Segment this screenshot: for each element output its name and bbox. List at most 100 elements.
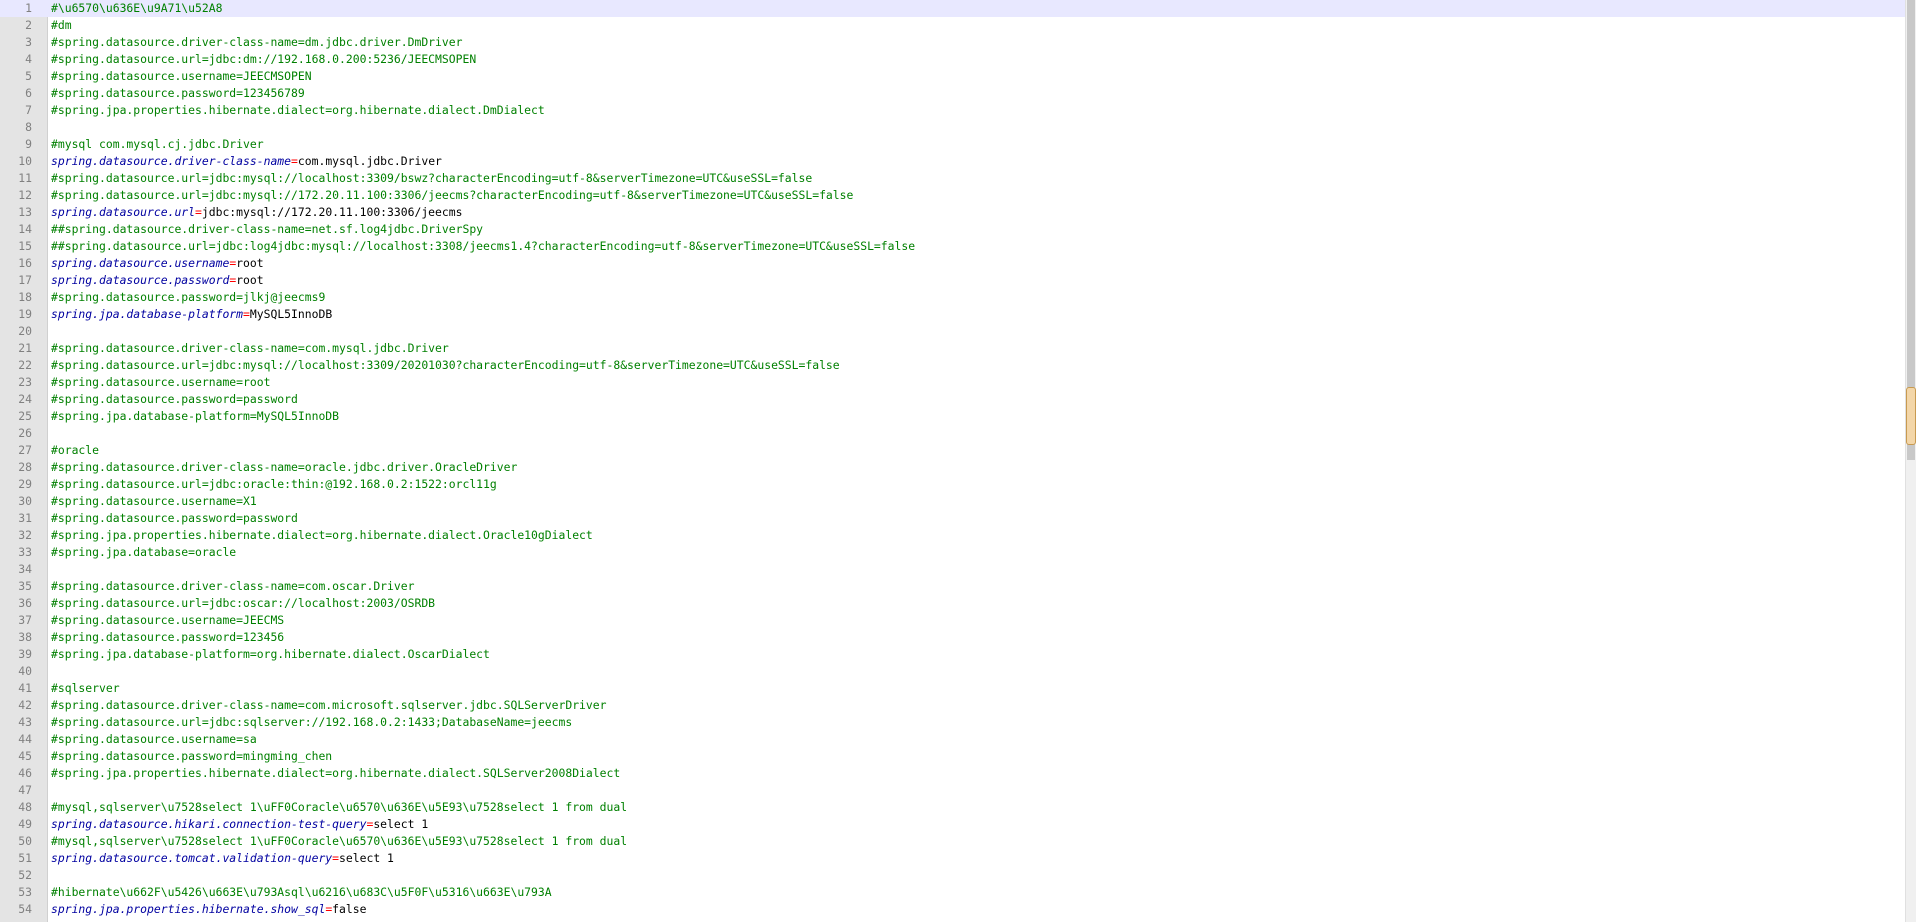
line-content: #spring.datasource.username=JEECMSOPEN [51, 68, 312, 85]
code-line[interactable]: 20 [0, 323, 1906, 340]
line-number: 44 [18, 732, 32, 746]
line-number: 40 [18, 664, 32, 678]
code-line[interactable]: 28 #spring.datasource.driver-class-name=o… [0, 459, 1906, 476]
code-line[interactable]: 13 spring.datasource.url=jdbc:mysql://172… [0, 204, 1906, 221]
comment-text: #spring.jpa.database=oracle [51, 545, 237, 559]
property-key: spring.jpa.database-platform [51, 307, 244, 321]
code-line[interactable]: 51 spring.datasource.tomcat.validation-qu… [0, 850, 1906, 867]
comment-text: #spring.datasource.url=jdbc:oscar://loca… [51, 596, 436, 610]
code-line[interactable]: 5 #spring.datasource.username=JEECMSOPEN [0, 68, 1906, 85]
comment-text: #spring.datasource.driver-class-name=com… [51, 579, 415, 593]
line-number: 17 [18, 273, 32, 287]
property-key: spring.datasource.username [51, 256, 230, 270]
code-line[interactable]: 15 ##spring.datasource.url=jdbc:log4jdbc:… [0, 238, 1906, 255]
scrollbar-grip-handle[interactable] [1906, 387, 1916, 445]
code-line[interactable]: 19 spring.jpa.database-platform=MySQL5Inn… [0, 306, 1906, 323]
code-line[interactable]: 24 #spring.datasource.password=password [0, 391, 1906, 408]
code-line[interactable]: 32 #spring.jpa.properties.hibernate.diale… [0, 527, 1906, 544]
code-area[interactable]: 1 #\u6570\u636E\u9A71\u52A8 2 #dm 3 #spring.d… [0, 0, 1906, 922]
line-number: 47 [18, 783, 32, 797]
code-line[interactable]: 53 #hibernate\u662F\u5426\u663E\u793Asql\… [0, 884, 1906, 901]
line-number: 26 [18, 426, 32, 440]
code-line[interactable]: 10 spring.datasource.driver-class-name=co… [0, 153, 1906, 170]
code-line[interactable]: 34 [0, 561, 1906, 578]
line-content: #spring.datasource.password=123456 [51, 629, 284, 646]
code-line[interactable]: 7 #spring.jpa.properties.hibernate.dialec… [0, 102, 1906, 119]
line-content: #spring.datasource.driver-class-name=com… [51, 578, 414, 595]
code-line[interactable]: 25 #spring.jpa.database-platform=MySQL5In… [0, 408, 1906, 425]
code-line[interactable]: 22 #spring.datasource.url=jdbc:mysql://lo… [0, 357, 1906, 374]
property-value: root [236, 256, 264, 270]
line-content: #spring.datasource.url=jdbc:mysql://loca… [51, 357, 840, 374]
code-line[interactable]: 50 #mysql,sqlserver\u7528select 1\uFF0Cor… [0, 833, 1906, 850]
code-line[interactable]: 9 #mysql com.mysql.cj.jdbc.Driver [0, 136, 1906, 153]
property-equals: = [332, 851, 340, 865]
line-number: 37 [18, 613, 32, 627]
code-line[interactable]: 35 #spring.datasource.driver-class-name=c… [0, 578, 1906, 595]
comment-text: #spring.datasource.url=jdbc:sqlserver://… [51, 715, 573, 729]
line-number: 12 [18, 188, 32, 202]
line-content: #mysql,sqlserver\u7528select 1\uFF0Corac… [51, 799, 627, 816]
code-line[interactable]: 11 #spring.datasource.url=jdbc:mysql://lo… [0, 170, 1906, 187]
code-line[interactable]: 29 #spring.datasource.url=jdbc:oracle:thi… [0, 476, 1906, 493]
line-number: 33 [18, 545, 32, 559]
property-key: spring.datasource.password [51, 273, 230, 287]
line-content: #spring.jpa.database=oracle [51, 544, 236, 561]
code-line[interactable]: 17 spring.datasource.password=root [0, 272, 1906, 289]
code-line[interactable]: 42 #spring.datasource.driver-class-name=c… [0, 697, 1906, 714]
line-number: 51 [18, 851, 32, 865]
comment-text: #hibernate\u662F\u5426\u663E\u793Asql\u6… [51, 885, 552, 899]
line-content: #spring.jpa.database-platform=MySQL5Inno… [51, 408, 339, 425]
code-line[interactable]: 48 #mysql,sqlserver\u7528select 1\uFF0Cor… [0, 799, 1906, 816]
code-line[interactable]: 46 #spring.jpa.properties.hibernate.diale… [0, 765, 1906, 782]
code-line[interactable]: 12 #spring.datasource.url=jdbc:mysql://17… [0, 187, 1906, 204]
code-line[interactable]: 47 [0, 782, 1906, 799]
code-line[interactable]: 16 spring.datasource.username=root [0, 255, 1906, 272]
property-key: spring.jpa.properties.hibernate.show_sql [51, 902, 326, 916]
code-line[interactable]: 8 [0, 119, 1906, 136]
line-number: 48 [18, 800, 32, 814]
comment-text: #spring.datasource.url=jdbc:mysql://loca… [51, 171, 813, 185]
code-line[interactable]: 40 [0, 663, 1906, 680]
line-number: 46 [18, 766, 32, 780]
code-line[interactable]: 38 #spring.datasource.password=123456 [0, 629, 1906, 646]
code-line[interactable]: 31 #spring.datasource.password=password [0, 510, 1906, 527]
code-line[interactable]: 45 #spring.datasource.password=mingming_c… [0, 748, 1906, 765]
code-line[interactable]: 27 #oracle [0, 442, 1906, 459]
code-line[interactable]: 37 #spring.datasource.username=JEECMS [0, 612, 1906, 629]
code-line[interactable]: 36 #spring.datasource.url=jdbc:oscar://lo… [0, 595, 1906, 612]
code-line[interactable]: 41 #sqlserver [0, 680, 1906, 697]
code-line[interactable]: 23 #spring.datasource.username=root [0, 374, 1906, 391]
code-line[interactable]: 6 #spring.datasource.password=123456789 [0, 85, 1906, 102]
code-line[interactable]: 49 spring.datasource.hikari.connection-te… [0, 816, 1906, 833]
code-line[interactable]: 2 #dm [0, 17, 1906, 34]
text-editor[interactable]: 1 #\u6570\u636E\u9A71\u52A8 2 #dm 3 #spring.d… [0, 0, 1916, 922]
property-value: com.mysql.jdbc.Driver [297, 154, 442, 168]
comment-text: #spring.datasource.username=JEECMSOPEN [51, 69, 312, 83]
code-line[interactable]: 33 #spring.jpa.database=oracle [0, 544, 1906, 561]
vertical-scrollbar[interactable] [1905, 0, 1916, 922]
comment-text: #spring.datasource.password=password [51, 511, 298, 525]
code-line[interactable]: 54 spring.jpa.properties.hibernate.show_s… [0, 901, 1906, 918]
line-number: 23 [18, 375, 32, 389]
code-line[interactable]: 18 #spring.datasource.password=jlkj@jeecm… [0, 289, 1906, 306]
comment-text: #spring.datasource.url=jdbc:mysql://172.… [51, 188, 854, 202]
code-line[interactable]: 3 #spring.datasource.driver-class-name=dm… [0, 34, 1906, 51]
line-content: #spring.datasource.url=jdbc:dm://192.168… [51, 51, 476, 68]
comment-text: #spring.datasource.driver-class-name=ora… [51, 460, 518, 474]
code-line[interactable]: 43 #spring.datasource.url=jdbc:sqlserver:… [0, 714, 1906, 731]
code-line[interactable]: 14 ##spring.datasource.driver-class-name=… [0, 221, 1906, 238]
line-content: #spring.datasource.url=jdbc:mysql://loca… [51, 170, 812, 187]
code-line[interactable]: 26 [0, 425, 1906, 442]
code-line[interactable]: 52 [0, 867, 1906, 884]
code-line[interactable]: 4 #spring.datasource.url=jdbc:dm://192.16… [0, 51, 1906, 68]
line-content: spring.datasource.driver-class-name=com.… [51, 153, 442, 170]
line-number: 49 [18, 817, 32, 831]
code-line[interactable]: 30 #spring.datasource.username=X1 [0, 493, 1906, 510]
code-line[interactable]: 39 #spring.jpa.database-platform=org.hibe… [0, 646, 1906, 663]
line-number: 2 [25, 18, 32, 32]
code-line[interactable]: 21 #spring.datasource.driver-class-name=c… [0, 340, 1906, 357]
code-line[interactable]: 44 #spring.datasource.username=sa [0, 731, 1906, 748]
code-line[interactable]: 1 #\u6570\u636E\u9A71\u52A8 [0, 0, 1906, 17]
comment-text: #spring.jpa.properties.hibernate.dialect… [51, 103, 545, 117]
